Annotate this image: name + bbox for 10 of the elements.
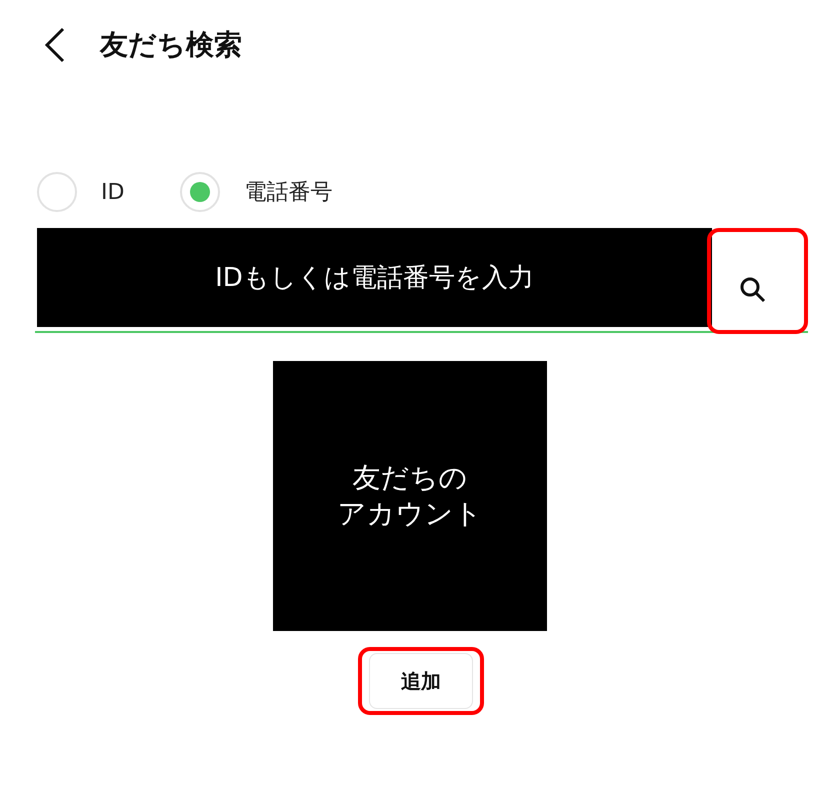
radio-label: 電話番号	[244, 179, 332, 207]
radio-label: ID	[101, 180, 124, 204]
back-icon[interactable]	[44, 27, 66, 63]
radio-button[interactable]	[180, 172, 220, 212]
annotation-label: 友だちの アカウント	[273, 361, 547, 631]
search-icon	[739, 276, 767, 304]
annotation-label: IDもしくは電話番号を入力	[37, 228, 712, 327]
radio-button[interactable]	[37, 172, 77, 212]
page-title: 友だち検索	[100, 27, 242, 63]
add-button[interactable]: 追加	[369, 653, 473, 709]
